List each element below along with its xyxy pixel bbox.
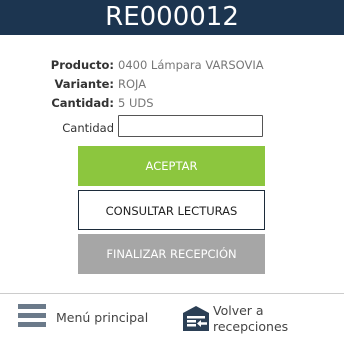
warehouse-return-icon — [183, 306, 209, 331]
quantity-label: Cantidad: — [51, 96, 114, 110]
menu-icon — [18, 304, 46, 327]
variant-label: Variante: — [54, 77, 115, 91]
quantity-field-label: Cantidad — [62, 121, 114, 135]
main-menu-label: Menú principal — [56, 310, 149, 325]
quantity-row: Cantidad: 5 UDS — [0, 93, 344, 113]
product-label: Producto: — [50, 58, 114, 72]
back-label-line2: recepciones — [213, 319, 289, 334]
back-label-line1: Volver a — [213, 303, 264, 318]
accept-button[interactable]: ACEPTAR — [78, 146, 265, 186]
finish-reception-button[interactable]: FINALIZAR RECEPCIÓN — [78, 234, 265, 274]
variant-value: ROJA — [118, 77, 147, 91]
consult-readings-button[interactable]: CONSULTAR LECTURAS — [78, 190, 265, 230]
variant-row: Variante: ROJA — [0, 74, 344, 94]
back-to-receptions-label: Volver a recepciones — [213, 303, 323, 335]
quantity-value: 5 UDS — [118, 96, 154, 110]
page-title: RE000012 — [0, 0, 344, 35]
back-to-receptions-button[interactable]: Volver a recepciones — [182, 300, 332, 340]
quantity-input[interactable] — [118, 115, 263, 137]
footer-divider — [0, 293, 344, 294]
product-row: Producto: 0400 Lámpara VARSOVIA — [0, 55, 344, 75]
main-menu-button[interactable]: Menú principal — [18, 300, 158, 336]
product-value: 0400 Lámpara VARSOVIA — [118, 58, 264, 72]
